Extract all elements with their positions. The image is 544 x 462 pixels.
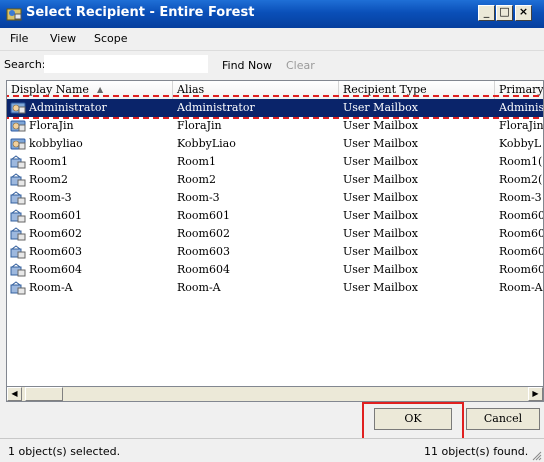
cell-primary: FloraJin	[499, 119, 544, 132]
table-row[interactable]: Room603 Room603 User Mailbox Room60	[7, 243, 543, 261]
cell-primary: Room2(	[499, 173, 543, 186]
cell-primary: Room1(	[499, 155, 543, 168]
status-selected: 1 object(s) selected.	[8, 445, 121, 458]
find-now-button[interactable]: Find Now	[222, 59, 272, 72]
cell-primary: Room60	[499, 263, 544, 276]
cell-alias: Room1	[177, 155, 216, 168]
room-mailbox-icon	[10, 173, 26, 187]
title-bar[interactable]: Select Recipient - Entire Forest _ □ ×	[0, 0, 544, 28]
room-mailbox-icon	[10, 209, 26, 223]
status-found: 11 object(s) found.	[424, 445, 529, 458]
cell-type: User Mailbox	[343, 137, 418, 150]
cell-primary: Room-A	[499, 281, 543, 294]
cell-type: User Mailbox	[343, 263, 418, 276]
table-row[interactable]: Room604 Room604 User Mailbox Room60	[7, 261, 543, 279]
cell-display-name: Room2	[29, 173, 68, 186]
cell-type: User Mailbox	[343, 281, 418, 294]
room-mailbox-icon	[10, 263, 26, 277]
cell-display-name: Room603	[29, 245, 82, 258]
cell-alias: Room602	[177, 227, 230, 240]
cell-primary: Room60	[499, 209, 544, 222]
clear-button[interactable]: Clear	[286, 59, 315, 72]
table-row[interactable]: FloraJin FloraJin User Mailbox FloraJin	[7, 117, 543, 135]
minimize-button[interactable]: _	[478, 5, 495, 21]
status-bar: 1 object(s) selected. 11 object(s) found…	[0, 438, 544, 462]
cell-alias: Room601	[177, 209, 230, 222]
cell-alias: Room-A	[177, 281, 221, 294]
cell-primary: Room60	[499, 245, 544, 258]
table-row[interactable]: Room601 Room601 User Mailbox Room60	[7, 207, 543, 225]
cell-type: User Mailbox	[343, 209, 418, 222]
cell-primary: Room-3	[499, 191, 542, 204]
resize-grip-icon[interactable]	[532, 451, 542, 461]
cell-type: User Mailbox	[343, 191, 418, 204]
table-row[interactable]: Room-A Room-A User Mailbox Room-A	[7, 279, 543, 297]
recipient-list[interactable]: Display Name ▲ Alias Recipient Type Prim…	[6, 80, 544, 402]
cell-alias: Room-3	[177, 191, 220, 204]
cell-alias: Room604	[177, 263, 230, 276]
cell-type: User Mailbox	[343, 173, 418, 186]
cell-type: User Mailbox	[343, 119, 418, 132]
cell-display-name: FloraJin	[29, 119, 74, 132]
scroll-thumb[interactable]	[25, 387, 63, 401]
search-input[interactable]	[44, 55, 208, 73]
user-mailbox-icon	[10, 120, 26, 132]
room-mailbox-icon	[10, 191, 26, 205]
cell-type: User Mailbox	[343, 227, 418, 240]
cell-alias: FloraJin	[177, 119, 222, 132]
cell-alias: Room2	[177, 173, 216, 186]
table-row[interactable]: Room2 Room2 User Mailbox Room2(	[7, 171, 543, 189]
table-row[interactable]: kobbyliao KobbyLiao User Mailbox KobbyL	[7, 135, 543, 153]
highlight-selected-row	[7, 95, 543, 119]
user-mailbox-icon	[10, 138, 26, 150]
highlight-ok-button	[362, 402, 464, 440]
scroll-right-icon[interactable]: ▶	[528, 387, 543, 401]
cell-display-name: Room602	[29, 227, 82, 240]
menu-view[interactable]: View	[50, 32, 76, 45]
table-row[interactable]: Room-3 Room-3 User Mailbox Room-3	[7, 189, 543, 207]
cell-type: User Mailbox	[343, 245, 418, 258]
cell-display-name: kobbyliao	[29, 137, 83, 150]
table-row[interactable]: Room1 Room1 User Mailbox Room1(	[7, 153, 543, 171]
room-mailbox-icon	[10, 227, 26, 241]
room-mailbox-icon	[10, 155, 26, 169]
menu-scope[interactable]: Scope	[94, 32, 128, 45]
maximize-button[interactable]: □	[496, 5, 513, 21]
select-recipient-dialog: Select Recipient - Entire Forest _ □ × F…	[0, 0, 544, 462]
cell-display-name: Room604	[29, 263, 82, 276]
search-bar: Search: Find Now Clear	[0, 50, 544, 79]
cell-display-name: Room-A	[29, 281, 73, 294]
menu-file[interactable]: File	[10, 32, 28, 45]
cell-display-name: Room1	[29, 155, 68, 168]
menu-bar: File View Scope	[0, 28, 544, 50]
cancel-button[interactable]: Cancel	[466, 408, 540, 430]
cell-display-name: Room601	[29, 209, 82, 222]
window-title: Select Recipient - Entire Forest	[26, 5, 255, 20]
search-label: Search:	[4, 58, 46, 71]
cell-primary: KobbyL	[499, 137, 542, 150]
cell-display-name: Room-3	[29, 191, 72, 204]
cell-primary: Room60	[499, 227, 544, 240]
cell-type: User Mailbox	[343, 155, 418, 168]
table-row[interactable]: Room602 Room602 User Mailbox Room60	[7, 225, 543, 243]
app-icon	[6, 8, 22, 21]
room-mailbox-icon	[10, 245, 26, 259]
cell-alias: Room603	[177, 245, 230, 258]
horizontal-scrollbar[interactable]: ◀ ▶	[6, 386, 544, 402]
cell-alias: KobbyLiao	[177, 137, 236, 150]
close-button[interactable]: ×	[515, 5, 532, 21]
scroll-left-icon[interactable]: ◀	[7, 387, 22, 401]
room-mailbox-icon	[10, 281, 26, 295]
